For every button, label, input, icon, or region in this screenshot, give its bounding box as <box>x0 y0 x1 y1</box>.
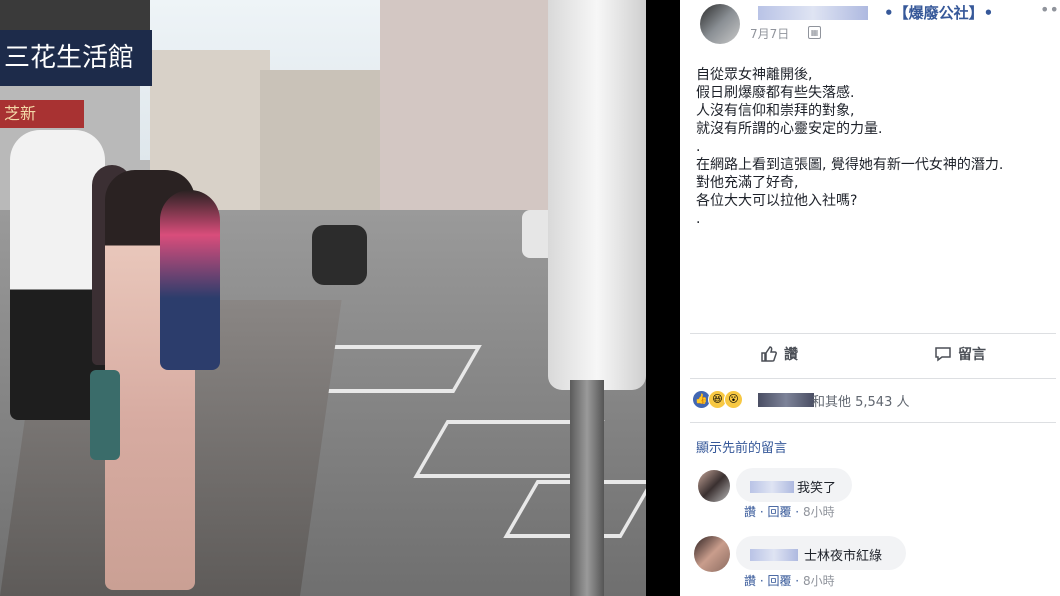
photo-person <box>160 190 220 370</box>
shop-sign: 三花生活館 <box>0 30 152 86</box>
comment-meta: 讚 · 回覆 · 8小時 <box>744 574 835 588</box>
post-photo[interactable]: 三花生活館 芝新 <box>0 0 680 596</box>
more-dots-icon[interactable]: ••• <box>1040 0 1060 19</box>
audience-icon: ▦ <box>808 26 821 39</box>
comment-reply-link[interactable]: 回覆 <box>767 505 791 519</box>
comment-time[interactable]: 8小時 <box>803 574 835 588</box>
comment-like-link[interactable]: 讚 <box>744 574 756 588</box>
divider <box>690 378 1056 379</box>
like-label: 讚 <box>784 347 798 363</box>
red-sign: 芝新 <box>0 100 84 128</box>
show-previous-comments-link[interactable]: 顯示先前的留言 <box>696 437 787 456</box>
comment-like-link[interactable]: 讚 <box>744 505 756 519</box>
photo-sign-pole-box <box>548 0 646 390</box>
divider <box>690 422 1056 423</box>
photo-building <box>260 70 380 220</box>
thumbs-up-icon <box>761 346 777 362</box>
photo-bag <box>90 370 120 460</box>
comment-text: 我笑了 <box>797 481 837 496</box>
commenter-avatar[interactable] <box>698 470 730 502</box>
photo-scooter <box>312 225 367 285</box>
photo-building <box>380 0 550 220</box>
commenter-name-blurred[interactable] <box>750 481 794 493</box>
author-avatar[interactable] <box>700 4 740 44</box>
divider <box>690 333 1056 334</box>
post-body: 自從眾女神離開後, 假日刷爆廢都有些失落感. 人沒有信仰和崇拜的對象, 就沒有所… <box>696 67 1004 227</box>
comment-button[interactable]: 留言 <box>934 344 986 364</box>
reaction-count[interactable]: 和其他 5,543 人 <box>812 391 909 410</box>
commenter-avatar[interactable] <box>694 536 730 572</box>
group-name[interactable]: •【爆廢公社】• <box>884 2 993 23</box>
photo-sign-pole <box>570 380 604 596</box>
wow-icon: 😮 <box>724 390 743 409</box>
commenter-name-blurred[interactable] <box>750 549 798 561</box>
comment-time[interactable]: 8小時 <box>803 505 835 519</box>
comment-meta: 讚 · 回覆 · 8小時 <box>744 505 835 519</box>
photo-dark-edge <box>646 0 680 596</box>
photo-awning <box>0 0 150 30</box>
reactor-name-blurred[interactable] <box>758 393 814 407</box>
author-name-blurred[interactable] <box>758 6 868 20</box>
comment-reply-link[interactable]: 回覆 <box>767 574 791 588</box>
comment-text: 士林夜市紅綠 <box>804 549 883 564</box>
post-date[interactable]: 7月7日 <box>750 25 789 42</box>
comment-label: 留言 <box>958 347 986 363</box>
reaction-icons[interactable]: 👍 😆 😮 <box>692 390 743 409</box>
like-button[interactable]: 讚 <box>760 344 798 364</box>
comment-icon <box>935 347 951 362</box>
